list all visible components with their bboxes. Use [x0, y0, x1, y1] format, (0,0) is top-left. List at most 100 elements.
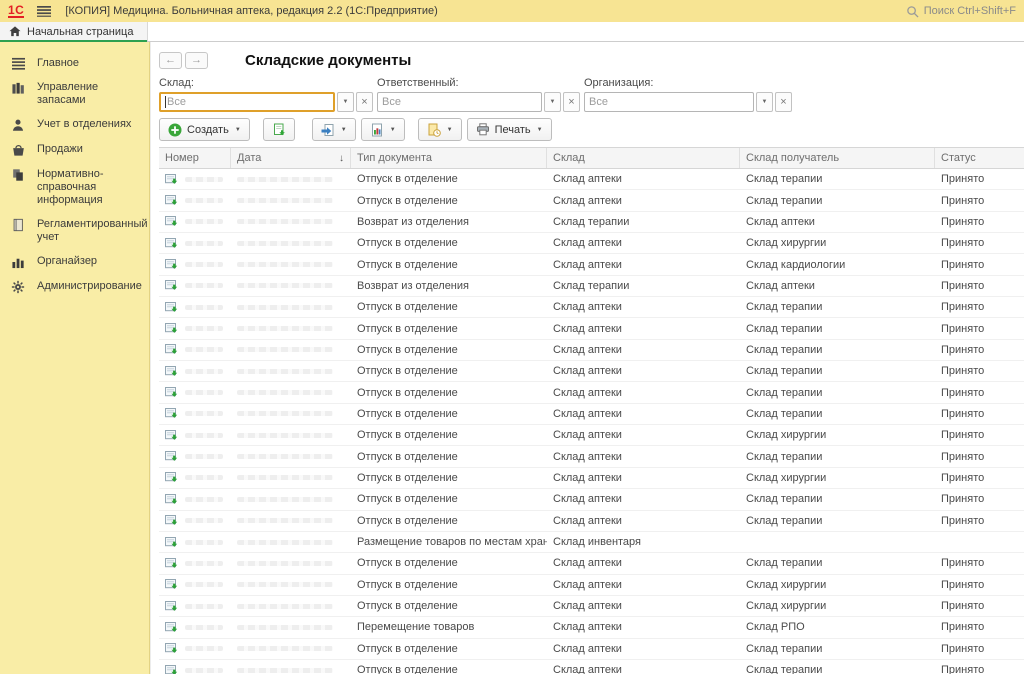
cell-number [159, 404, 231, 424]
search-box[interactable]: Поиск Ctrl+Shift+F [906, 5, 1016, 18]
table-row[interactable]: Отпуск в отделениеСклад аптекиСклад тера… [159, 446, 1024, 467]
table-row[interactable]: Размещение товаров по местам храненияСкл… [159, 532, 1024, 553]
column-header-date[interactable]: Дата↓ [231, 148, 351, 168]
tab-home[interactable]: Начальная страница [0, 22, 148, 41]
filter-organization-input[interactable]: Все [584, 92, 754, 112]
cell-date [231, 233, 351, 253]
table-row[interactable]: Отпуск в отделениеСклад аптекиСклад тера… [159, 511, 1024, 532]
column-header-warehouse[interactable]: Склад [547, 148, 740, 168]
filter-warehouse-input[interactable]: Все [159, 92, 335, 112]
forward-button[interactable]: → [185, 52, 208, 69]
filter-organization-clear-button[interactable]: × [775, 92, 792, 112]
cell-receiver: Склад терапии [740, 297, 935, 317]
cell-status: Принято [935, 596, 1024, 616]
cell-status: Принято [935, 297, 1024, 317]
sidebar-item-department-accounting[interactable]: Учет в отделениях [0, 113, 149, 138]
hamburger-menu-icon[interactable] [37, 5, 51, 17]
filter-warehouse-dropdown-button[interactable]: ▼ [337, 92, 354, 112]
chevron-down-icon: ▼ [447, 127, 453, 133]
cell-date [231, 425, 351, 445]
column-header-status[interactable]: Статус [935, 148, 1024, 168]
table-row[interactable]: Отпуск в отделениеСклад аптекиСклад тера… [159, 340, 1024, 361]
chevron-down-icon: ▼ [235, 127, 241, 133]
create-based-on-button[interactable]: ▼ [361, 118, 405, 141]
cell-number [159, 276, 231, 296]
1c-logo[interactable]: 1С [8, 5, 24, 18]
print-button[interactable]: Печать▼ [467, 118, 552, 141]
table-row[interactable]: Отпуск в отделениеСклад аптекиСклад тера… [159, 553, 1024, 574]
table-row[interactable]: Отпуск в отделениеСклад аптекиСклад тера… [159, 361, 1024, 382]
post-document-button[interactable]: ▼ [312, 118, 356, 141]
document-posted-icon [165, 408, 178, 419]
chevron-down-icon: ▼ [762, 99, 768, 105]
document-posted-icon [165, 302, 178, 313]
column-header-number[interactable]: Номер [159, 148, 231, 168]
table-row[interactable]: Отпуск в отделениеСклад аптекиСклад тера… [159, 404, 1024, 425]
cell-warehouse: Склад аптеки [547, 340, 740, 360]
document-posted-icon [165, 216, 178, 227]
redacted-value [237, 475, 333, 480]
table-row[interactable]: Возврат из отделенияСклад терапииСклад а… [159, 212, 1024, 233]
column-header-receiver[interactable]: Склад получатель [740, 148, 935, 168]
table-row[interactable]: Отпуск в отделениеСклад аптекиСклад тера… [159, 318, 1024, 339]
cell-status: Принято [935, 212, 1024, 232]
copy-button[interactable] [263, 118, 295, 141]
filter-responsible-clear-button[interactable]: × [563, 92, 580, 112]
table-row[interactable]: Отпуск в отделениеСклад аптекиСклад тера… [159, 169, 1024, 190]
column-header-doc-type[interactable]: Тип документа [351, 148, 547, 168]
filter-responsible-dropdown-button[interactable]: ▼ [544, 92, 561, 112]
redacted-value [185, 497, 223, 502]
cell-status: Принято [935, 660, 1024, 674]
create-button[interactable]: Создать▼ [159, 118, 250, 141]
table-row[interactable]: Отпуск в отделениеСклад аптекиСклад хиру… [159, 596, 1024, 617]
document-posted-icon [165, 472, 178, 483]
sidebar-item-main[interactable]: Главное [0, 52, 149, 76]
table-row[interactable]: Перемещение товаровСклад аптекиСклад РПО… [159, 617, 1024, 638]
redacted-value [185, 668, 223, 673]
filters-row: Склад:Все▼×Ответственный:Все▼×Организаци… [159, 77, 1024, 112]
table-row[interactable]: Отпуск в отделениеСклад аптекиСклад тера… [159, 190, 1024, 211]
cell-warehouse: Склад аптеки [547, 190, 740, 210]
table-row[interactable]: Отпуск в отделениеСклад аптекиСклад хиру… [159, 233, 1024, 254]
filter-warehouse-clear-button[interactable]: × [356, 92, 373, 112]
cell-number [159, 660, 231, 674]
document-posted-icon [165, 238, 178, 249]
cell-status: Принято [935, 382, 1024, 402]
document-posted-icon [165, 195, 178, 206]
edo-button[interactable]: ▼ [418, 118, 462, 141]
table-row[interactable]: Отпуск в отделениеСклад аптекиСклад тера… [159, 382, 1024, 403]
sidebar-item-administration[interactable]: Администрирование [0, 275, 149, 300]
cell-doc-type: Отпуск в отделение [351, 425, 547, 445]
chevron-down-icon: ▼ [390, 127, 396, 133]
column-header-label: Склад [553, 152, 585, 164]
cell-warehouse: Склад аптеки [547, 169, 740, 189]
redacted-value [237, 347, 333, 352]
table-row[interactable]: Отпуск в отделениеСклад аптекиСклад хиру… [159, 425, 1024, 446]
create-based-on-icon [370, 123, 384, 137]
cell-receiver: Склад хирургии [740, 468, 935, 488]
table-row[interactable]: Отпуск в отделениеСклад аптекиСклад тера… [159, 297, 1024, 318]
table-row[interactable]: Отпуск в отделениеСклад аптекиСклад тера… [159, 639, 1024, 660]
sidebar-item-organizer[interactable]: Органайзер [0, 250, 149, 275]
sidebar-item-reference-info[interactable]: Нормативно-справочная информация [0, 163, 149, 213]
sidebar-item-sales[interactable]: Продажи [0, 138, 149, 163]
table-row[interactable]: Отпуск в отделениеСклад аптекиСклад тера… [159, 660, 1024, 674]
table-row[interactable]: Отпуск в отделениеСклад аптекиСклад хиру… [159, 575, 1024, 596]
table-row[interactable]: Отпуск в отделениеСклад аптекиСклад тера… [159, 489, 1024, 510]
sidebar-item-label: Органайзер [37, 255, 97, 268]
filter-responsible-input[interactable]: Все [377, 92, 542, 112]
document-posted-icon [165, 601, 178, 612]
sidebar-item-regulated-accounting[interactable]: Регламентированный учет [0, 213, 149, 250]
table-row[interactable]: Возврат из отделенияСклад терапииСклад а… [159, 276, 1024, 297]
text-caret [165, 96, 166, 108]
cell-warehouse: Склад аптеки [547, 425, 740, 445]
back-button[interactable]: ← [159, 52, 182, 69]
cell-doc-type: Отпуск в отделение [351, 233, 547, 253]
cell-date [231, 446, 351, 466]
table-row[interactable]: Отпуск в отделениеСклад аптекиСклад кард… [159, 254, 1024, 275]
sidebar-item-inventory-management[interactable]: Управление запасами [0, 76, 149, 113]
cell-receiver [740, 532, 935, 552]
filter-organization-dropdown-button[interactable]: ▼ [756, 92, 773, 112]
table-row[interactable]: Отпуск в отделениеСклад аптекиСклад хиру… [159, 468, 1024, 489]
cell-receiver: Склад кардиологии [740, 254, 935, 274]
